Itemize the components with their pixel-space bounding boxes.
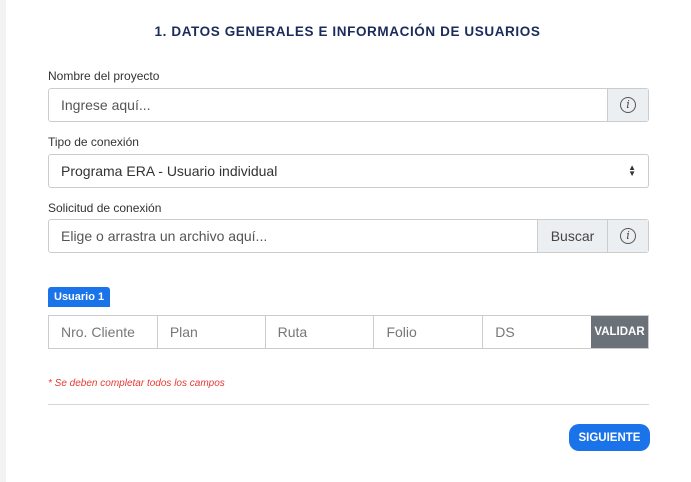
ds-input[interactable]: DS <box>483 316 591 348</box>
next-button[interactable]: SIGUIENTE <box>569 424 650 451</box>
info-icon: i <box>620 97 636 113</box>
user-badge: Usuario 1 <box>48 287 111 307</box>
select-arrows-icon: ▲ ▼ <box>628 163 636 178</box>
ds-placeholder: DS <box>495 324 515 340</box>
required-fields-note: * Se deben completar todos los campos <box>48 378 225 389</box>
info-icon: i <box>620 228 636 244</box>
folio-placeholder: Folio <box>386 324 417 340</box>
project-name-label: Nombre del proyecto <box>48 69 160 83</box>
page-gutter <box>0 0 6 482</box>
project-info-button[interactable]: i <box>607 89 648 121</box>
route-input[interactable]: Ruta <box>266 316 375 348</box>
plan-placeholder: Plan <box>169 324 198 340</box>
user-fields-row: Nro. Cliente Plan Ruta Folio DS VALIDAR <box>48 315 649 349</box>
project-name-placeholder: Ingrese aquí... <box>61 97 151 113</box>
browse-button[interactable]: Buscar <box>537 220 607 252</box>
request-info-button[interactable]: i <box>607 220 648 252</box>
section-title: 1. DATOS GENERALES E INFORMACIÓN DE USUA… <box>154 24 541 39</box>
file-placeholder: Elige o arrastra un archivo aquí... <box>61 228 268 244</box>
client-number-placeholder: Nro. Cliente <box>61 324 135 340</box>
connection-type-value: Programa ERA - Usuario individual <box>61 163 278 179</box>
divider <box>48 404 649 405</box>
project-name-field[interactable]: Ingrese aquí... i <box>48 88 649 122</box>
connection-request-label: Solicitud de conexión <box>48 201 162 215</box>
connection-request-file-field[interactable]: Elige o arrastra un archivo aquí... Busc… <box>48 219 649 253</box>
browse-label: Buscar <box>550 228 595 244</box>
plan-input[interactable]: Plan <box>158 316 266 348</box>
connection-type-label: Tipo de conexión <box>48 135 139 149</box>
validate-button[interactable]: VALIDAR <box>591 316 648 348</box>
folio-input[interactable]: Folio <box>374 316 484 348</box>
connection-type-select[interactable]: Programa ERA - Usuario individual ▲ ▼ <box>48 154 649 188</box>
client-number-input[interactable]: Nro. Cliente <box>49 316 158 348</box>
route-placeholder: Ruta <box>277 324 308 340</box>
